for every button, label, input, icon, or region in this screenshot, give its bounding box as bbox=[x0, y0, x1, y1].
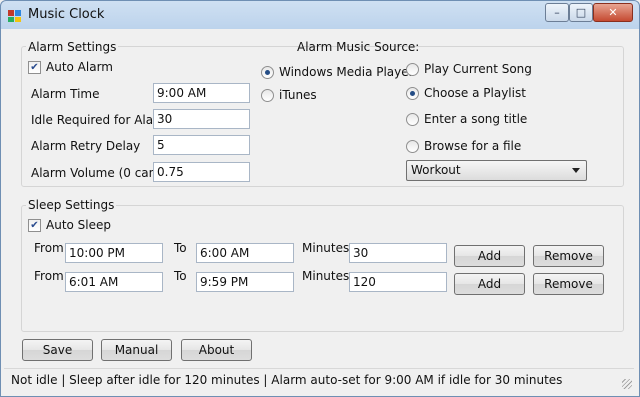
sleep-minutes-label: Minutes bbox=[302, 241, 350, 255]
itunes-label: iTunes bbox=[279, 88, 317, 102]
manual-button[interactable]: Manual bbox=[101, 339, 172, 361]
music-source-label: Alarm Music Source: bbox=[297, 40, 420, 54]
alarm-time-label: Alarm Time bbox=[31, 87, 100, 101]
idle-required-field[interactable]: 30 bbox=[153, 109, 250, 129]
wmp-radio[interactable] bbox=[261, 66, 274, 79]
window-title: Music Clock bbox=[28, 7, 105, 22]
minimize-button[interactable]: – bbox=[545, 3, 569, 22]
sleep-to-label: To bbox=[174, 269, 187, 283]
sleep-to-label: To bbox=[174, 241, 187, 255]
remove-sleep-button[interactable]: Remove bbox=[533, 273, 604, 295]
sleep-minutes-field[interactable]: 120 bbox=[349, 272, 447, 292]
auto-sleep-label: Auto Sleep bbox=[46, 218, 112, 232]
play-current-song-label: Play Current Song bbox=[424, 62, 532, 76]
wmp-label: Windows Media Player bbox=[279, 65, 414, 79]
sleep-settings-label: Sleep Settings bbox=[26, 198, 117, 212]
enter-song-title-radio[interactable] bbox=[406, 113, 419, 126]
status-text: Not idle | Sleep after idle for 120 minu… bbox=[11, 373, 563, 387]
main-window: Music Clock – □ ✕ Alarm Settings ✔ Auto … bbox=[0, 0, 640, 397]
add-sleep-button[interactable]: Add bbox=[454, 245, 525, 267]
music-clock-app-icon bbox=[8, 10, 21, 22]
sleep-to-field[interactable]: 6:00 AM bbox=[196, 243, 294, 263]
enter-song-title-label: Enter a song title bbox=[424, 112, 528, 126]
sleep-from-label: From bbox=[34, 241, 64, 255]
client-area: Alarm Settings ✔ Auto Alarm Alarm Time 9… bbox=[4, 29, 634, 392]
about-button[interactable]: About bbox=[181, 339, 252, 361]
auto-alarm-label: Auto Alarm bbox=[46, 60, 113, 74]
browse-file-radio[interactable] bbox=[406, 140, 419, 153]
title-bar[interactable]: Music Clock – □ ✕ bbox=[1, 1, 639, 29]
alarm-volume-field[interactable]: 0.75 bbox=[153, 162, 250, 182]
retry-delay-field[interactable]: 5 bbox=[153, 135, 250, 155]
check-icon: ✔ bbox=[30, 61, 39, 73]
choose-playlist-radio[interactable] bbox=[406, 87, 419, 100]
sleep-from-label: From bbox=[34, 269, 64, 283]
itunes-radio[interactable] bbox=[261, 89, 274, 102]
playlist-selected-value: Workout bbox=[411, 163, 461, 177]
sleep-to-field[interactable]: 9:59 PM bbox=[196, 272, 294, 292]
status-bar: Not idle | Sleep after idle for 120 minu… bbox=[4, 368, 634, 391]
playlist-dropdown[interactable]: Workout bbox=[406, 160, 587, 181]
radio-selected-dot-icon bbox=[410, 91, 415, 96]
auto-alarm-checkbox[interactable]: ✔ bbox=[28, 61, 41, 74]
sleep-from-field[interactable]: 10:00 PM bbox=[65, 243, 163, 263]
sleep-minutes-field[interactable]: 30 bbox=[349, 243, 447, 263]
sleep-minutes-label: Minutes bbox=[302, 269, 350, 283]
idle-required-label: Idle Required for Alarm bbox=[31, 113, 170, 127]
add-sleep-button[interactable]: Add bbox=[454, 273, 525, 295]
alarm-settings-label: Alarm Settings bbox=[26, 40, 119, 54]
remove-sleep-button[interactable]: Remove bbox=[533, 245, 604, 267]
close-button[interactable]: ✕ bbox=[593, 3, 633, 22]
chevron-down-icon bbox=[572, 168, 580, 173]
auto-sleep-checkbox[interactable]: ✔ bbox=[28, 219, 41, 232]
sleep-from-field[interactable]: 6:01 AM bbox=[65, 272, 163, 292]
alarm-time-field[interactable]: 9:00 AM bbox=[153, 83, 250, 103]
save-button[interactable]: Save bbox=[22, 339, 93, 361]
play-current-song-radio[interactable] bbox=[406, 63, 419, 76]
choose-playlist-label: Choose a Playlist bbox=[424, 86, 526, 100]
resize-grip-icon[interactable] bbox=[622, 379, 632, 389]
radio-selected-dot-icon bbox=[265, 70, 270, 75]
browse-file-label: Browse for a file bbox=[424, 139, 522, 153]
check-icon: ✔ bbox=[30, 219, 39, 231]
retry-delay-label: Alarm Retry Delay bbox=[31, 139, 141, 153]
maximize-button[interactable]: □ bbox=[569, 3, 593, 22]
